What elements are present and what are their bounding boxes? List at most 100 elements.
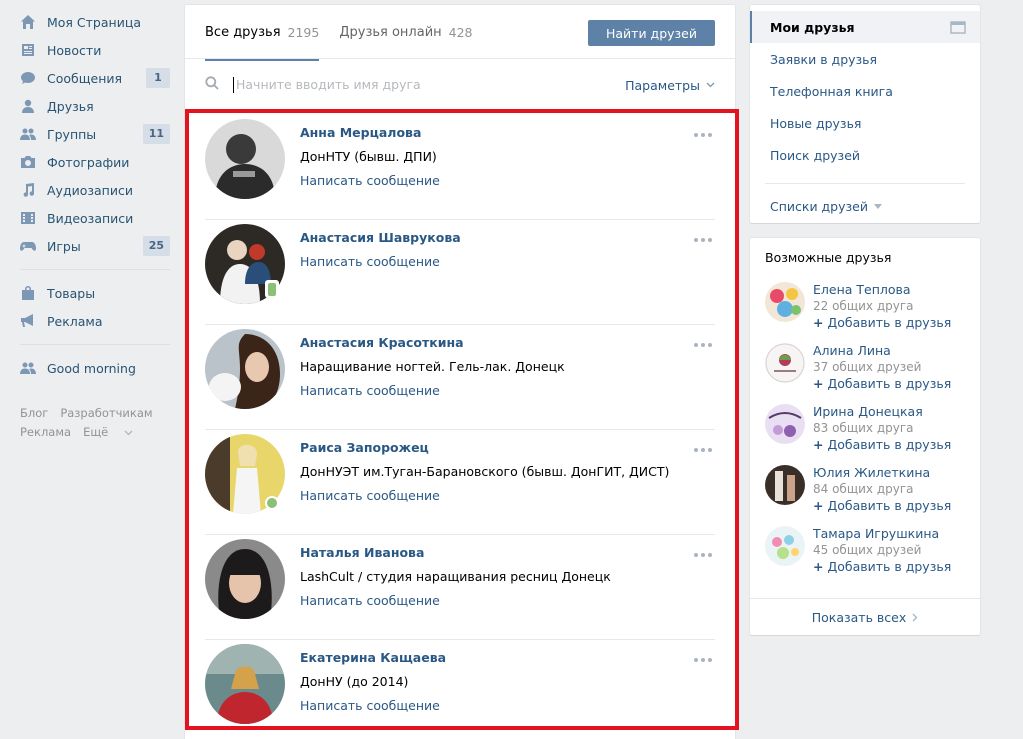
possible-friends-block: Возможные друзья Елена Теплова 22 общих … <box>750 238 980 635</box>
nav-label: Новости <box>47 42 102 58</box>
megaphone-icon <box>20 313 36 329</box>
friend-search-input[interactable] <box>233 76 593 93</box>
nav-item-groups[interactable]: Группы 11 <box>20 120 170 148</box>
nav-item-goods[interactable]: Товары <box>20 279 170 307</box>
search-params-button[interactable]: Параметры <box>625 59 715 111</box>
more-options-icon[interactable] <box>693 337 713 347</box>
avatar[interactable] <box>765 343 805 383</box>
calendar-icon[interactable] <box>950 20 966 34</box>
nav-item-photos[interactable]: Фотографии <box>20 148 170 176</box>
footer-link-more[interactable]: Ещё <box>83 425 133 439</box>
friend-row: Раиса Запорожец ДонНУЭТ им.Туган-Баранов… <box>205 430 715 535</box>
add-friend-button[interactable]: + Добавить в друзья <box>813 437 951 452</box>
nav-item-games[interactable]: Игры 25 <box>20 232 170 260</box>
add-friend-label: Добавить в друзья <box>827 315 952 330</box>
menu-item-phonebook[interactable]: Телефонная книга <box>750 75 980 107</box>
more-options-icon[interactable] <box>693 547 713 557</box>
more-options-icon[interactable] <box>693 232 713 242</box>
add-friend-label: Добавить в друзья <box>827 376 952 391</box>
nav-divider <box>20 269 170 270</box>
messages-count-badge: 1 <box>146 68 170 88</box>
mutual-friends-count: 83 общих друга <box>813 421 914 435</box>
more-options-icon[interactable] <box>693 127 713 137</box>
nav-label: Игры <box>47 238 81 254</box>
video-icon <box>20 210 36 226</box>
friend-name[interactable]: Анна Мерцалова <box>300 125 421 140</box>
nav-label: Моя Страница <box>47 14 141 30</box>
news-icon <box>20 42 36 58</box>
possible-friend-name[interactable]: Юлия Жилеткина <box>813 465 930 480</box>
groups-icon <box>20 126 36 142</box>
menu-item-search-friends[interactable]: Поиск друзей <box>750 139 980 171</box>
friend-name[interactable]: Анастасия Шаврукова <box>300 230 461 245</box>
chevron-down-icon <box>124 430 133 435</box>
footer-link-devs[interactable]: Разработчикам <box>60 406 152 420</box>
add-friend-button[interactable]: + Добавить в друзья <box>813 559 951 574</box>
tab-all-friends[interactable]: Все друзья 2195 <box>205 5 320 61</box>
more-options-icon[interactable] <box>693 442 713 452</box>
add-friend-button[interactable]: + Добавить в друзья <box>813 315 951 330</box>
nav-label: Товары <box>47 285 96 301</box>
tab-friends-online[interactable]: Друзья онлайн 428 <box>339 5 472 59</box>
mutual-friends-count: 37 общих друзей <box>813 360 922 374</box>
write-message-link[interactable]: Написать сообщение <box>300 383 440 398</box>
possible-friend-name[interactable]: Елена Теплова <box>813 282 911 297</box>
avatar[interactable] <box>765 465 805 505</box>
friend-name[interactable]: Анастасия Красоткина <box>300 335 464 350</box>
avatar[interactable] <box>765 282 805 322</box>
music-icon <box>20 182 36 198</box>
avatar[interactable] <box>205 644 285 724</box>
mobile-online-icon <box>265 280 279 298</box>
nav-item-friends[interactable]: Друзья <box>20 92 170 120</box>
footer-link-ads[interactable]: Реклама <box>20 425 71 439</box>
add-friend-button[interactable]: + Добавить в друзья <box>813 498 951 513</box>
avatar[interactable] <box>765 404 805 444</box>
avatar[interactable] <box>205 539 285 619</box>
friend-lists-dropdown[interactable]: Списки друзей <box>750 192 980 220</box>
write-message-link[interactable]: Написать сообщение <box>300 173 440 188</box>
more-options-icon[interactable] <box>693 652 713 662</box>
avatar[interactable] <box>765 526 805 566</box>
friend-name[interactable]: Наталья Иванова <box>300 545 424 560</box>
nav-label: Реклама <box>47 313 103 329</box>
nav-item-messages[interactable]: Сообщения 1 <box>20 64 170 92</box>
possible-friends-title: Возможные друзья <box>765 250 892 265</box>
friend-name[interactable]: Екатерина Кащаева <box>300 650 446 665</box>
write-message-link[interactable]: Написать сообщение <box>300 254 440 269</box>
add-friend-button[interactable]: + Добавить в друзья <box>813 376 951 391</box>
write-message-link[interactable]: Написать сообщение <box>300 593 440 608</box>
nav-item-my-page[interactable]: Моя Страница <box>20 8 170 36</box>
games-icon <box>20 238 36 254</box>
menu-item-my-friends[interactable]: Мои друзья <box>750 11 980 43</box>
mutual-friends-count: 84 общих друга <box>813 482 914 496</box>
possible-friend-name[interactable]: Алина Лина <box>813 343 891 358</box>
params-label: Параметры <box>625 77 700 93</box>
nav-item-audio[interactable]: Аудиозаписи <box>20 176 170 204</box>
possible-friends-list: Елена Теплова 22 общих друга + Добавить в… <box>765 280 975 585</box>
menu-item-friend-requests[interactable]: Заявки в друзья <box>750 43 980 75</box>
chevron-down-icon <box>706 82 715 88</box>
avatar[interactable] <box>205 329 285 409</box>
show-all-button[interactable]: Показать всех <box>750 598 980 635</box>
possible-friend-name[interactable]: Ирина Донецкая <box>813 404 923 419</box>
nav-label: Good morning <box>47 360 136 376</box>
nav-item-video[interactable]: Видеозаписи <box>20 204 170 232</box>
nav-item-app-good-morning[interactable]: Good morning <box>20 354 170 382</box>
nav-item-news[interactable]: Новости <box>20 36 170 64</box>
write-message-link[interactable]: Написать сообщение <box>300 488 440 503</box>
friend-name[interactable]: Раиса Запорожец <box>300 440 429 455</box>
friends-panel: Все друзья 2195 Друзья онлайн 428 Найти … <box>185 5 739 739</box>
plus-icon: + <box>813 498 824 513</box>
possible-friend-row: Юлия Жилеткина 84 общих друга + Добавить … <box>765 463 975 524</box>
menu-item-new-friends[interactable]: Новые друзья <box>750 107 980 139</box>
avatar[interactable] <box>205 119 285 199</box>
write-message-link[interactable]: Написать сообщение <box>300 698 440 713</box>
footer-link-blog[interactable]: Блог <box>20 406 48 420</box>
plus-icon: + <box>813 437 824 452</box>
chevron-right-icon <box>912 613 918 621</box>
possible-friend-name[interactable]: Тамара Игрушкина <box>813 526 939 541</box>
nav-item-ads[interactable]: Реклама <box>20 307 170 335</box>
nav-label: Фотографии <box>47 154 130 170</box>
find-friends-button[interactable]: Найти друзей <box>588 20 715 46</box>
nav-label: Сообщения <box>47 70 123 86</box>
